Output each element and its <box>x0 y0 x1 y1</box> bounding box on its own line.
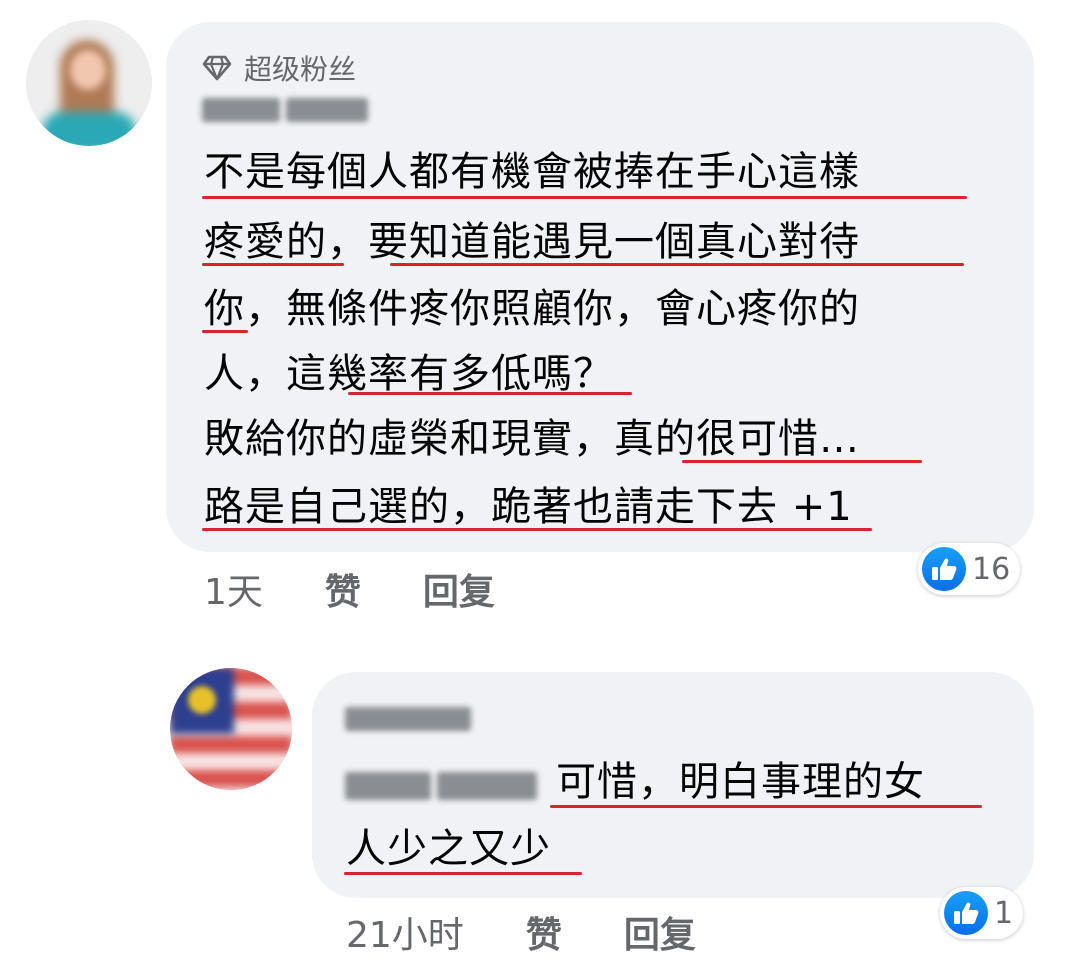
comment-actions: 21小时 赞 回复 <box>346 906 758 958</box>
badge-label: 超级粉丝 <box>244 53 357 86</box>
comment-text-line: 可惜，明白事理的女 <box>556 759 925 805</box>
thumbs-up-icon <box>944 891 988 935</box>
reaction-summary[interactable]: 1 <box>940 887 1024 939</box>
comment-time[interactable]: 1天 <box>204 563 263 615</box>
comment-text-line: 人少之又少 <box>346 826 551 872</box>
red-underline <box>348 392 632 395</box>
reply-button[interactable]: 回复 <box>423 563 495 615</box>
commenter-avatar[interactable] <box>170 668 292 790</box>
diamond-icon <box>202 55 232 81</box>
reaction-count: 1 <box>994 895 1014 931</box>
reaction-count: 16 <box>972 551 1011 587</box>
comment-text-line: 疼愛的，要知道能遇見一個真心對待 <box>204 219 860 265</box>
reply-button[interactable]: 回复 <box>624 906 696 958</box>
comment-text-line: 敗給你的虛榮和現實，真的很可惜… <box>204 416 860 462</box>
comment-text-line: 路是自己選的，跪著也請走下去 +1 <box>204 484 853 530</box>
comment-text-line: 人，這幾率有多低嗎？ <box>204 351 614 397</box>
comment-time[interactable]: 21小时 <box>346 906 464 958</box>
comment-actions: 1天 赞 回复 <box>204 563 557 615</box>
red-underline <box>202 196 967 199</box>
comment-text-line: 不是每個人都有機會被捧在手心這樣 <box>204 149 860 195</box>
thumbs-up-icon <box>922 547 966 591</box>
author-name[interactable] <box>345 707 471 731</box>
red-underline <box>344 872 582 875</box>
like-button[interactable]: 赞 <box>325 563 361 615</box>
red-underline <box>682 460 922 463</box>
red-underline <box>550 805 982 808</box>
commenter-avatar[interactable] <box>26 20 152 146</box>
comment-text-line: 你，無條件疼你照顧你，會心疼你的 <box>204 286 860 332</box>
like-button[interactable]: 赞 <box>526 906 562 958</box>
reaction-summary[interactable]: 16 <box>918 543 1021 595</box>
author-name[interactable] <box>202 98 368 122</box>
mention-tag[interactable] <box>345 772 537 800</box>
red-underline <box>390 263 964 266</box>
red-underline <box>202 263 344 266</box>
top-fan-badge: 超级粉丝 <box>202 48 356 88</box>
red-underline <box>202 528 872 531</box>
red-underline <box>202 330 248 333</box>
